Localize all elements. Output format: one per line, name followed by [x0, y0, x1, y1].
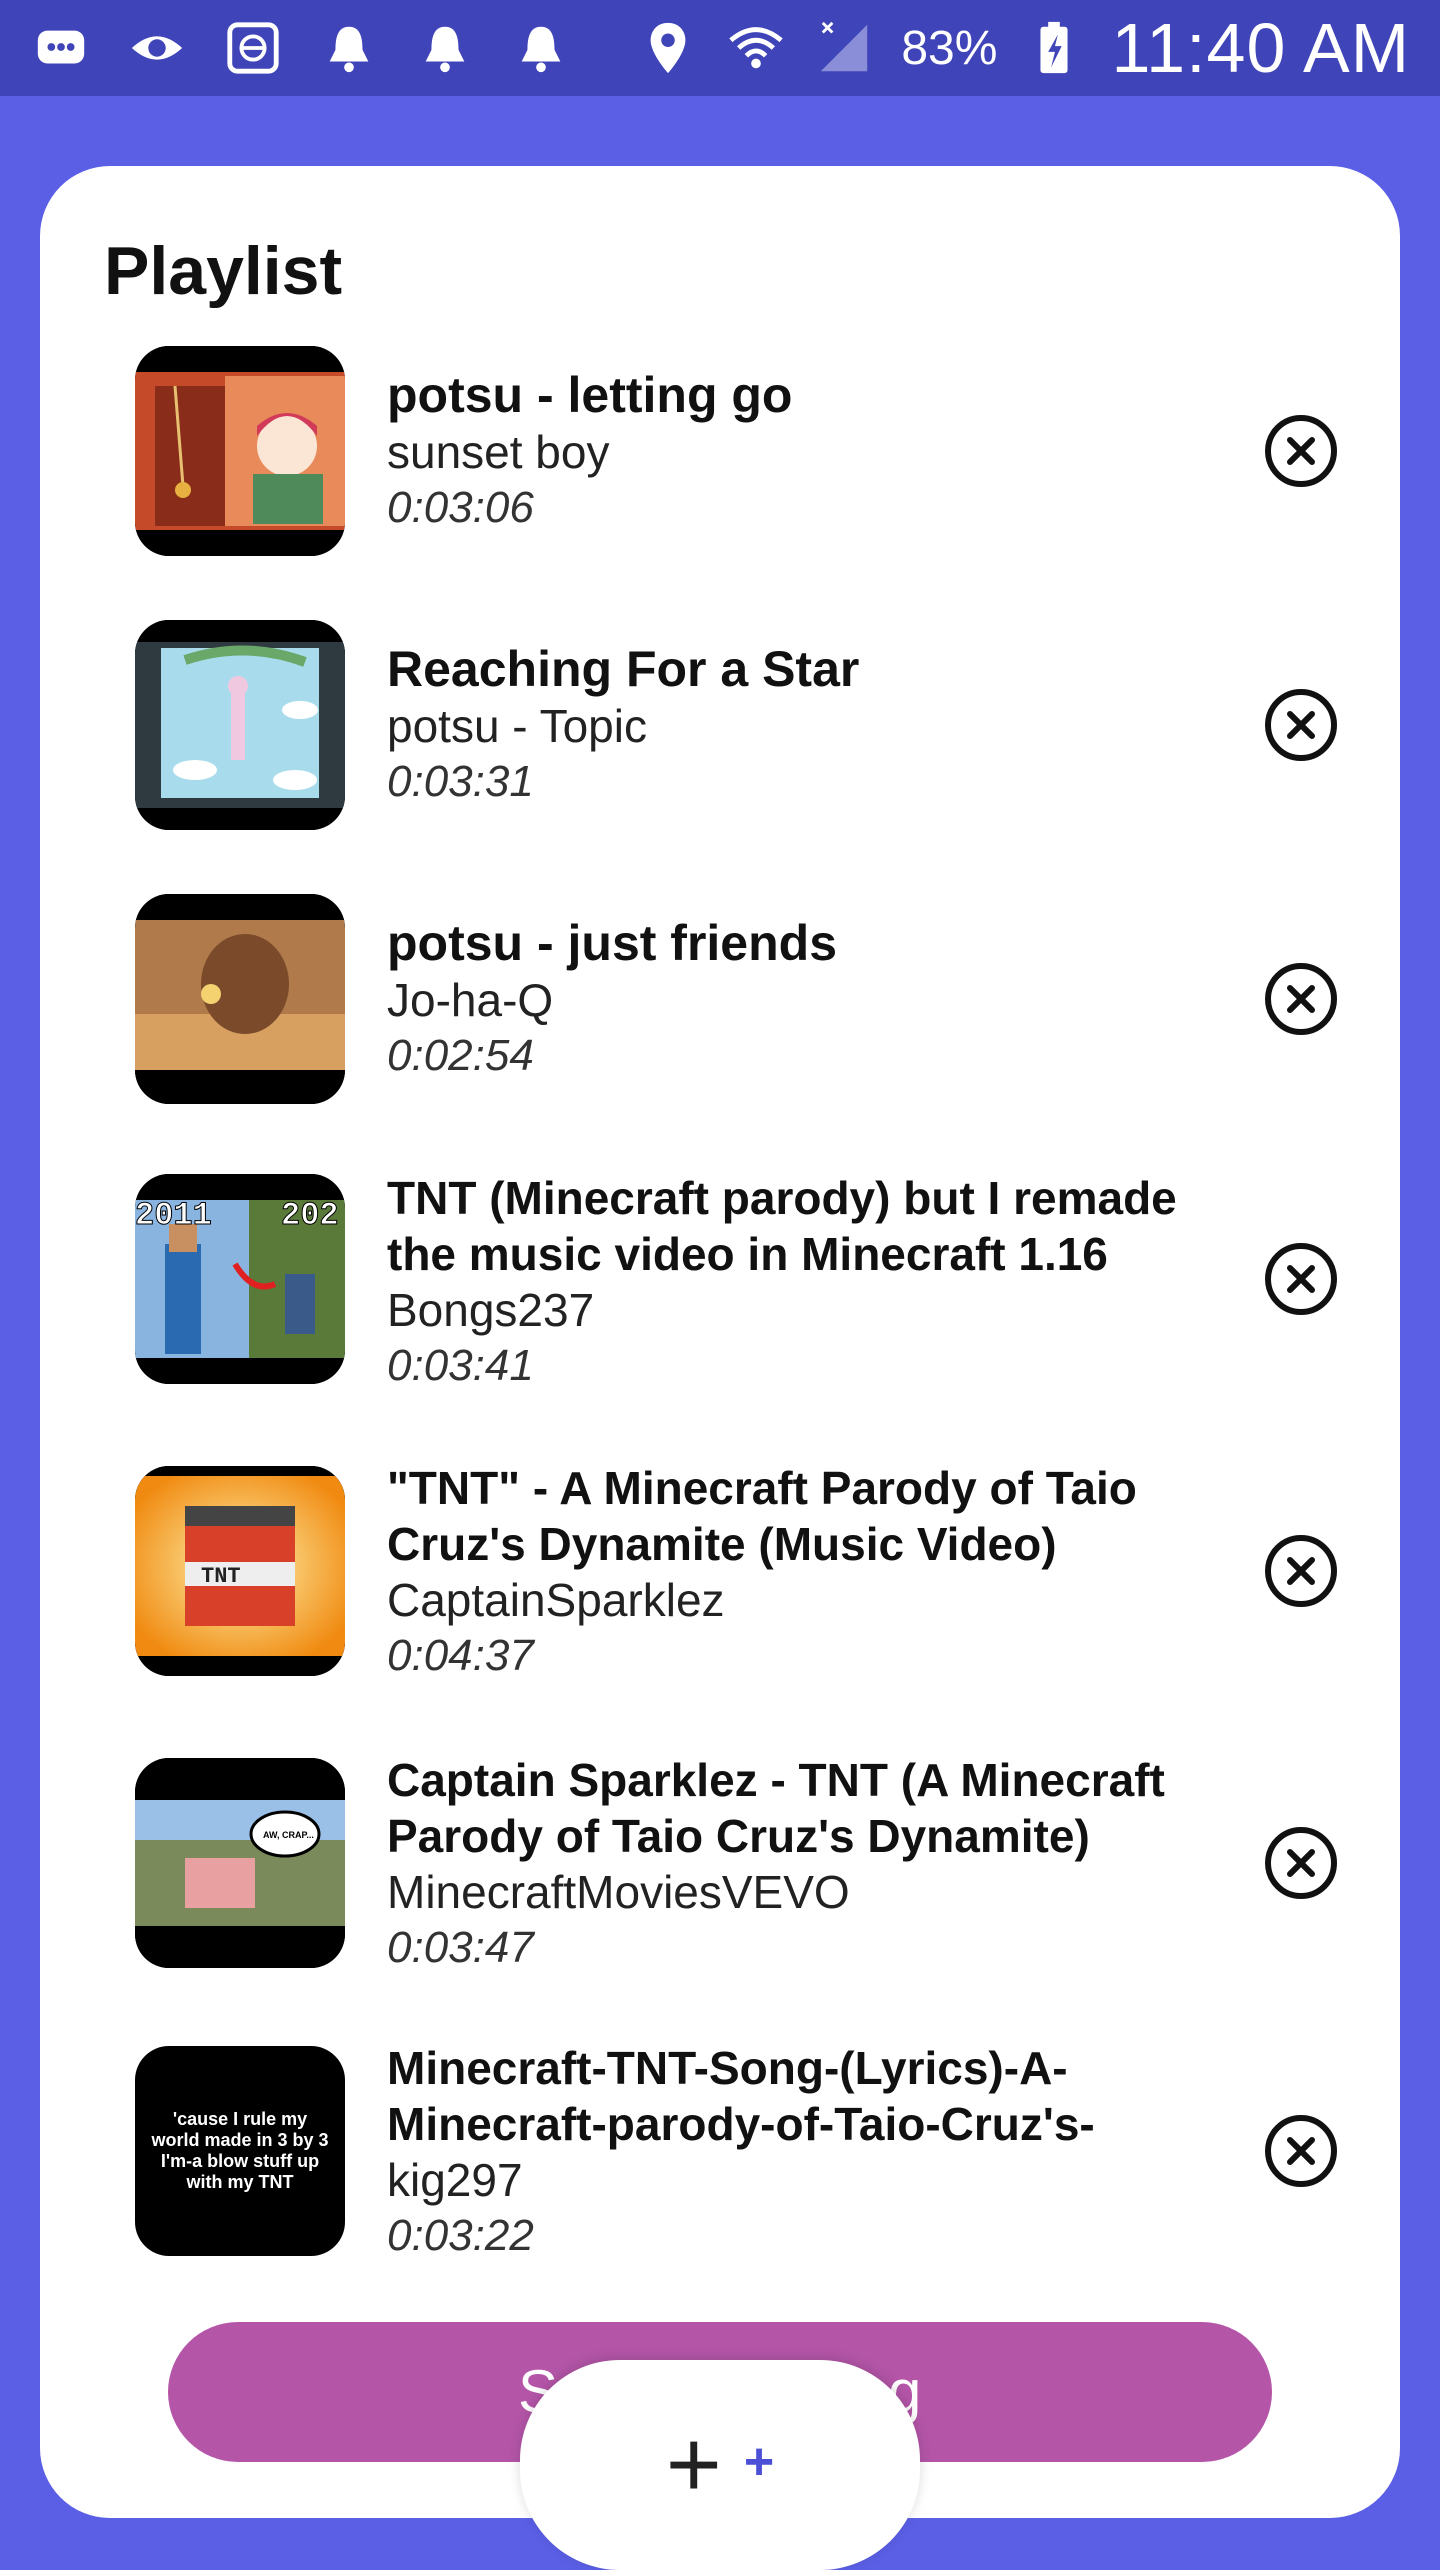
remove-track-button[interactable] [1265, 2115, 1337, 2187]
thumbnail: 'cause I rule my world made in 3 by 3 I'… [135, 2046, 345, 2256]
page-title: Playlist [104, 233, 343, 309]
list-item[interactable]: TNT "TNT" - A Minecraft Parody of Taio C… [135, 1462, 1395, 1680]
clock: 11:40 AM [1111, 9, 1410, 87]
thumbnail: AW, CRAP... [135, 1758, 345, 1968]
track-title: Captain Sparklez - TNT (A Minecraft Paro… [387, 1754, 1165, 1862]
track-info: Reaching For a Star potsu - Topic 0:03:3… [387, 640, 1227, 810]
track-artist: Jo-ha-Q [387, 974, 554, 1026]
notification-bell-icon [510, 17, 572, 79]
track-title: potsu - just friends [387, 915, 837, 971]
plus-small-icon: + [743, 2433, 775, 2491]
track-title: potsu - letting go [387, 367, 793, 423]
thumbnail [135, 346, 345, 556]
track-info: Captain Sparklez - TNT (A Minecraft Paro… [387, 1752, 1227, 1976]
thumbnail-lyrics-text: 'cause I rule my world made in 3 by 3 I'… [151, 2109, 329, 2192]
track-artist: sunset boy [387, 426, 610, 478]
close-icon [1287, 985, 1315, 1013]
screen-mirror-icon [222, 17, 284, 79]
thumbnail-speech-bubble: AW, CRAP... [263, 1830, 314, 1840]
notification-bell-icon [318, 17, 380, 79]
track-duration: 0:03:41 [387, 1341, 534, 1390]
thumbnail: 2011 202 [135, 1174, 345, 1384]
track-duration: 0:03:06 [387, 483, 534, 532]
remove-track-button[interactable] [1265, 415, 1337, 487]
list-item[interactable]: Reaching For a Star potsu - Topic 0:03:3… [135, 620, 1395, 830]
playlist-card: Playlist potsu - letting go sunset boy 0… [40, 166, 1400, 2518]
track-info: potsu - just friends Jo-ha-Q 0:02:54 [387, 914, 1227, 1084]
wifi-icon [725, 17, 787, 79]
list-item[interactable]: AW, CRAP... Captain Sparklez - TNT (A Mi… [135, 1754, 1395, 1972]
track-duration: 0:03:47 [387, 1923, 534, 1972]
messaging-icon [30, 17, 92, 79]
thumbnail-tnt-label: TNT [201, 1564, 241, 1589]
track-artist: kig297 [387, 2154, 523, 2206]
thumbnail-year-right: 202 [281, 1197, 339, 1234]
thumbnail: TNT [135, 1466, 345, 1676]
thumbnail [135, 620, 345, 830]
track-info: "TNT" - A Minecraft Parody of Taio Cruz'… [387, 1460, 1227, 1684]
thumbnail-year-left: 2011 [135, 1197, 212, 1234]
close-icon [1287, 437, 1315, 465]
track-title: TNT (Minecraft parody) but I remade the … [387, 1172, 1177, 1280]
remove-track-button[interactable] [1265, 1827, 1337, 1899]
track-artist: Bongs237 [387, 1284, 595, 1336]
close-icon [1287, 711, 1315, 739]
close-icon [1287, 1557, 1315, 1585]
list-item[interactable]: potsu - just friends Jo-ha-Q 0:02:54 [135, 894, 1395, 1104]
track-title: Reaching For a Star [387, 641, 860, 697]
close-icon [1287, 1265, 1315, 1293]
track-duration: 0:02:54 [387, 1031, 534, 1080]
list-item[interactable]: potsu - letting go sunset boy 0:03:06 [135, 346, 1395, 556]
list-item[interactable]: 'cause I rule my world made in 3 by 3 I'… [135, 2042, 1395, 2260]
track-title: Minecraft-TNT-Song-(Lyrics)-A-Minecraft-… [387, 2042, 1095, 2150]
plus-icon: + [665, 2411, 722, 2518]
thumbnail [135, 894, 345, 1104]
notification-bell-icon [414, 17, 476, 79]
add-track-button[interactable]: + + [520, 2360, 920, 2570]
location-pin-icon [637, 17, 699, 79]
close-icon [1287, 1849, 1315, 1877]
track-info: Minecraft-TNT-Song-(Lyrics)-A-Minecraft-… [387, 2040, 1227, 2264]
track-title: "TNT" - A Minecraft Parody of Taio Cruz'… [387, 1462, 1137, 1570]
battery-charging-icon [1023, 17, 1085, 79]
remove-track-button[interactable] [1265, 1243, 1337, 1315]
remove-track-button[interactable] [1265, 1535, 1337, 1607]
track-duration: 0:04:37 [387, 1631, 534, 1680]
track-info: potsu - letting go sunset boy 0:03:06 [387, 366, 1227, 536]
track-artist: potsu - Topic [387, 700, 647, 752]
status-bar: 83% 11:40 AM [0, 0, 1440, 96]
remove-track-button[interactable] [1265, 689, 1337, 761]
close-icon [1287, 2137, 1315, 2165]
cell-signal-icon [813, 17, 875, 79]
battery-percentage: 83% [901, 21, 998, 75]
track-artist: MinecraftMoviesVEVO [387, 1866, 850, 1918]
remove-track-button[interactable] [1265, 963, 1337, 1035]
track-info: TNT (Minecraft parody) but I remade the … [387, 1170, 1227, 1394]
track-duration: 0:03:31 [387, 757, 534, 806]
track-duration: 0:03:22 [387, 2211, 534, 2260]
eye-icon [126, 17, 188, 79]
track-artist: CaptainSparklez [387, 1574, 725, 1626]
list-item[interactable]: 2011 202 TNT (Minecraft parody) but I re… [135, 1172, 1395, 1390]
